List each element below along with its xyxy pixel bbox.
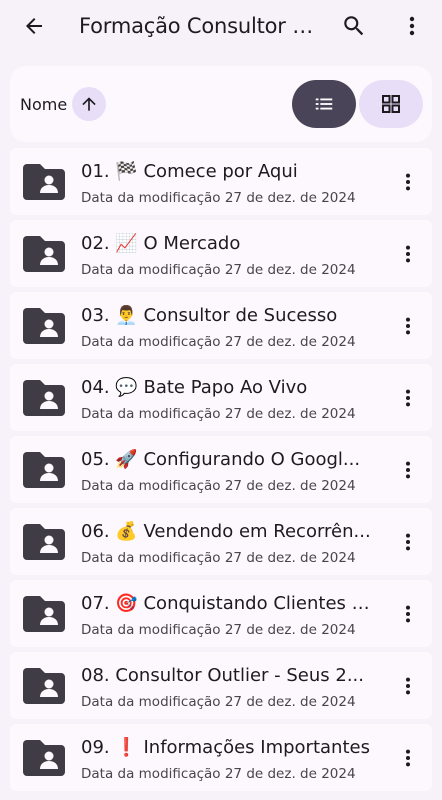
modified-date: Data da modificação 27 de dez. de 2024 — [81, 622, 356, 638]
list-item[interactable]: 01. 🏁 Comece por Aqui Data da modificaçã… — [10, 148, 432, 215]
shared-folder-icon — [23, 164, 65, 200]
shared-folder-icon — [23, 596, 65, 632]
arrow-back-icon[interactable] — [20, 12, 48, 40]
folder-name: 05. 🚀 Configurando O Googl... — [81, 449, 361, 470]
more-vert-icon[interactable] — [396, 240, 420, 268]
top-app-bar: Formação Consultor e... — [0, 0, 442, 52]
folder-name: 01. 🏁 Comece por Aqui — [81, 161, 298, 182]
list-item[interactable]: 06. 💰 Vendendo em Recorrên... Data da mo… — [10, 508, 432, 575]
more-vert-icon[interactable] — [396, 456, 420, 484]
sort-label[interactable]: Nome — [20, 94, 67, 116]
more-vert-icon[interactable] — [396, 312, 420, 340]
list-view-button[interactable] — [292, 80, 356, 128]
shared-folder-icon — [23, 380, 65, 416]
more-vert-icon[interactable] — [396, 672, 420, 700]
search-icon[interactable] — [340, 12, 368, 40]
list-item[interactable]: 03. 👨‍💼 Consultor de Sucesso Data da mod… — [10, 292, 432, 359]
list-item[interactable]: 08. Consultor Outlier - Seus 2... Data d… — [10, 652, 432, 719]
list-item[interactable]: 04. 💬 Bate Papo Ao Vivo Data da modifica… — [10, 364, 432, 431]
folder-name: 06. 💰 Vendendo em Recorrên... — [81, 521, 371, 542]
shared-folder-icon — [23, 668, 65, 704]
more-vert-icon[interactable] — [396, 528, 420, 556]
grid-view-button[interactable] — [359, 80, 423, 128]
shared-folder-icon — [23, 452, 65, 488]
arrow-up-icon — [82, 97, 96, 111]
more-vert-icon[interactable] — [396, 744, 420, 772]
modified-date: Data da modificação 27 de dez. de 2024 — [81, 766, 356, 782]
sort-bar: Nome — [10, 66, 432, 142]
content-panel: Nome — [10, 66, 432, 142]
more-vert-icon[interactable] — [396, 384, 420, 412]
more-vert-icon[interactable] — [400, 12, 424, 40]
list-item[interactable]: 09. ❗ Informações Importantes Data da mo… — [10, 724, 432, 791]
grid-view-icon — [382, 95, 400, 113]
more-vert-icon[interactable] — [396, 168, 420, 196]
modified-date: Data da modificação 27 de dez. de 2024 — [81, 190, 356, 206]
folder-name: 09. ❗ Informações Importantes — [81, 737, 370, 758]
shared-folder-icon — [23, 236, 65, 272]
page-title: Formação Consultor e... — [79, 14, 319, 38]
folder-name: 03. 👨‍💼 Consultor de Sucesso — [81, 305, 338, 326]
sort-direction-button[interactable] — [72, 87, 106, 121]
modified-date: Data da modificação 27 de dez. de 2024 — [81, 550, 356, 566]
list-item[interactable]: 05. 🚀 Configurando O Googl... Data da mo… — [10, 436, 432, 503]
shared-folder-icon — [23, 524, 65, 560]
modified-date: Data da modificação 27 de dez. de 2024 — [81, 406, 356, 422]
modified-date: Data da modificação 27 de dez. de 2024 — [81, 262, 356, 278]
more-vert-icon[interactable] — [396, 600, 420, 628]
folder-name: 04. 💬 Bate Papo Ao Vivo — [81, 377, 308, 398]
shared-folder-icon — [23, 740, 65, 776]
list-item[interactable]: 07. 🎯 Conquistando Clientes t... Data da… — [10, 580, 432, 647]
modified-date: Data da modificação 27 de dez. de 2024 — [81, 694, 356, 710]
list-view-icon — [315, 98, 333, 110]
list-item[interactable]: 02. 📈 O Mercado Data da modificação 27 d… — [10, 220, 432, 287]
folder-name: 02. 📈 O Mercado — [81, 233, 241, 254]
modified-date: Data da modificação 27 de dez. de 2024 — [81, 478, 356, 494]
folder-name: 08. Consultor Outlier - Seus 2... — [81, 665, 364, 686]
folder-name: 07. 🎯 Conquistando Clientes t... — [81, 593, 371, 614]
shared-folder-icon — [23, 308, 65, 344]
modified-date: Data da modificação 27 de dez. de 2024 — [81, 334, 356, 350]
